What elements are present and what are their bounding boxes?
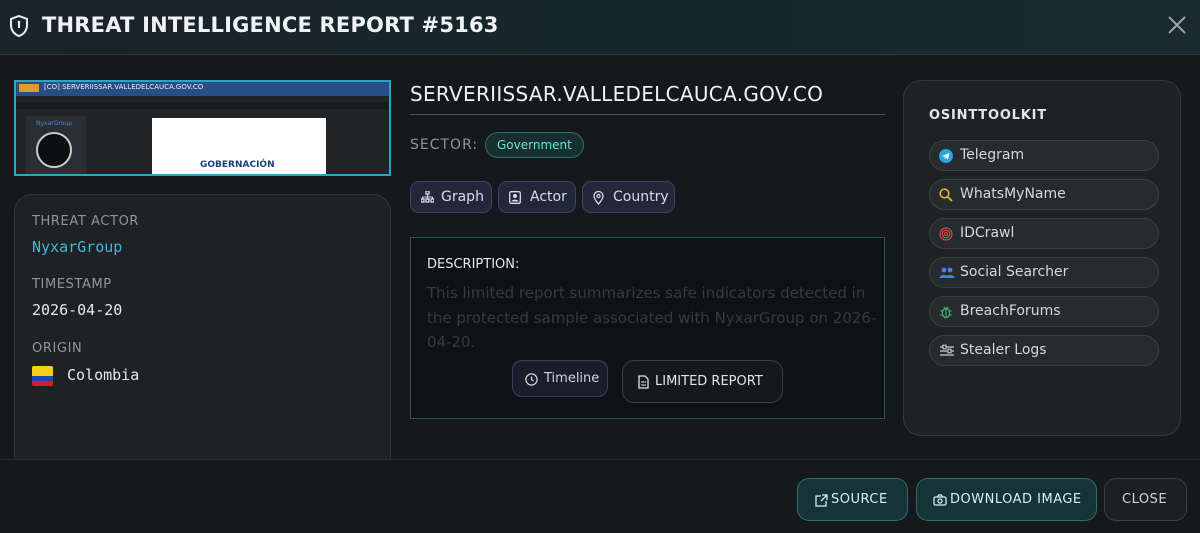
preview-sidebar: NyxarGroup <box>26 116 86 174</box>
report-header: THREAT INTELLIGENCE REPORT #5163 <box>0 0 1200 55</box>
tool-label: Stealer Logs <box>960 342 1047 358</box>
preview-seal-image <box>36 132 72 168</box>
colombia-flag-icon <box>32 366 53 386</box>
shield-icon <box>10 14 28 38</box>
tool-label: Telegram <box>960 147 1025 163</box>
domain-title: SERVERIISSAR.VALLEDELCAUCA.GOV.CO <box>410 82 885 115</box>
close-button[interactable]: CLOSE <box>1104 478 1187 521</box>
origin-value: Colombia <box>67 366 140 384</box>
report-title: THREAT INTELLIGENCE REPORT #5163 <box>42 13 499 37</box>
download-image-button[interactable]: DOWNLOAD IMAGE <box>916 478 1097 521</box>
description-label: DESCRIPTION: <box>427 257 520 272</box>
modal-footer: SOURCE DOWNLOAD IMAGE CLOSE <box>0 459 1200 533</box>
timeline-button[interactable]: Timeline <box>512 360 608 397</box>
search-icon <box>939 188 953 202</box>
telegram-icon <box>939 149 953 163</box>
actor-button[interactable]: Actor <box>498 181 576 213</box>
document-icon <box>638 375 649 389</box>
osint-toolkit-panel: OSINTTOOLKIT Telegram WhatsMyName IDCraw… <box>903 80 1181 436</box>
map-pin-icon <box>593 191 604 205</box>
preview-nav <box>16 102 389 109</box>
tool-label: WhatsMyName <box>960 186 1066 202</box>
preview-side-label: NyxarGroup <box>36 120 72 127</box>
preview-browser-bar: [CO] SERVERIISSAR.VALLEDELCAUCA.GOV.CO <box>16 82 389 96</box>
description-panel: DESCRIPTION: This limited report summari… <box>410 237 885 419</box>
tool-whatsmyname[interactable]: WhatsMyName <box>929 179 1159 210</box>
description-text: This limited report summarizes safe indi… <box>427 284 877 351</box>
users-icon <box>939 267 955 278</box>
preview-page: GOBERNACIÓN <box>152 118 326 174</box>
fingerprint-icon <box>939 227 953 241</box>
tool-label: BreachForums <box>960 303 1061 319</box>
tool-stealer-logs[interactable]: Stealer Logs <box>929 335 1159 366</box>
sector-badge: Government <box>485 132 584 158</box>
tool-social-searcher[interactable]: Social Searcher <box>929 257 1159 288</box>
actor-label: Actor <box>530 189 567 205</box>
close-label: CLOSE <box>1122 492 1168 507</box>
graph-button[interactable]: Graph <box>410 181 492 213</box>
timestamp-value: 2026-04-20 <box>32 301 123 319</box>
actor-icon <box>509 191 521 204</box>
country-label: Country <box>613 189 669 205</box>
screenshot-preview[interactable]: [CO] SERVERIISSAR.VALLEDELCAUCA.GOV.CO N… <box>14 80 391 176</box>
clock-icon <box>525 373 538 386</box>
origin-label: ORIGIN <box>32 341 83 356</box>
limited-report-button[interactable]: LIMITED REPORT <box>622 360 783 403</box>
sliders-icon <box>940 344 954 356</box>
preview-page-text: GOBERNACIÓN <box>200 160 275 170</box>
tool-breachforums[interactable]: BreachForums <box>929 296 1159 327</box>
preview-tag <box>19 84 39 92</box>
source-button[interactable]: SOURCE <box>797 478 908 521</box>
tool-telegram[interactable]: Telegram <box>929 140 1159 171</box>
osint-title: OSINTTOOLKIT <box>929 108 1047 123</box>
tool-label: IDCrawl <box>960 225 1015 241</box>
country-button[interactable]: Country <box>582 181 675 213</box>
timeline-label: Timeline <box>544 371 600 386</box>
download-image-label: DOWNLOAD IMAGE <box>950 492 1082 507</box>
bug-icon <box>940 306 952 319</box>
threat-actor-label: THREAT ACTOR <box>32 214 140 229</box>
close-icon[interactable] <box>1166 14 1188 36</box>
source-label: SOURCE <box>831 492 888 507</box>
tool-label: Social Searcher <box>960 264 1069 280</box>
sector-label: SECTOR: <box>410 137 479 153</box>
threat-actor-value[interactable]: NyxarGroup <box>32 238 122 256</box>
graph-icon <box>421 191 434 203</box>
external-link-icon <box>815 494 828 507</box>
preview-bar-text: [CO] SERVERIISSAR.VALLEDELCAUCA.GOV.CO <box>44 83 204 91</box>
camera-icon <box>933 494 947 506</box>
graph-label: Graph <box>441 189 484 205</box>
tool-idcrawl[interactable]: IDCrawl <box>929 218 1159 249</box>
limited-report-label: LIMITED REPORT <box>655 374 763 389</box>
timestamp-label: TIMESTAMP <box>32 277 112 292</box>
